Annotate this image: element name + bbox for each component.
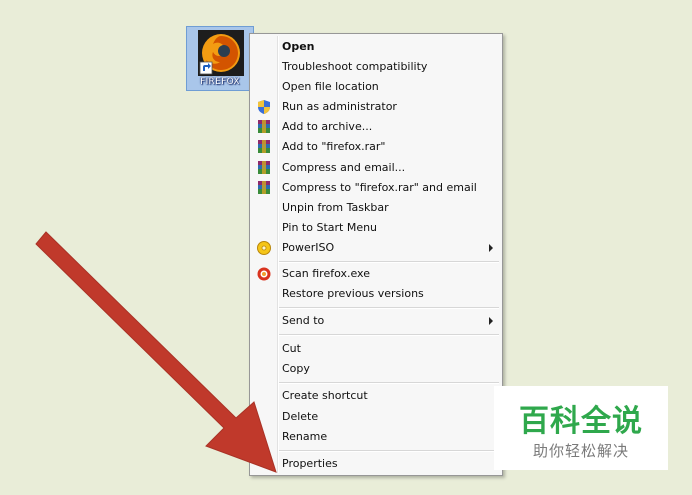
menu-item-label: Add to archive... [282,120,373,133]
menu-item-label: Cut [282,342,301,355]
menu-item-restore-previous-versions[interactable]: Restore previous versions [250,284,502,304]
menu-item-label: PowerISO [282,241,335,254]
menu-item-label: Open [282,40,315,53]
watermark-logo: 百科全说 助你轻松解决 [494,386,668,470]
menu-item-add-to-firefox-rar[interactable]: Add to "firefox.rar" [250,137,502,157]
menu-item-pin-to-start-menu[interactable]: Pin to Start Menu [250,218,502,238]
menu-item-label: Scan firefox.exe [282,267,370,280]
watermark-subtitle: 助你轻松解决 [532,442,629,460]
menu-item-rename[interactable]: Rename [250,427,502,447]
winrar-icon [258,181,270,194]
uac-shield-icon [258,100,270,114]
menu-separator [279,382,499,384]
menu-item-troubleshoot-compatibility[interactable]: Troubleshoot compatibility [250,57,502,77]
antivirus-icon [257,267,271,281]
menu-item-label: Restore previous versions [282,287,424,300]
menu-item-compress-and-email[interactable]: Compress and email... [250,158,502,178]
menu-item-label: Send to [282,314,325,327]
menu-item-label: Copy [282,362,310,375]
submenu-arrow-icon [489,244,493,252]
menu-item-label: Compress and email... [282,161,406,174]
winrar-icon [258,161,270,174]
winrar-icon [258,140,270,153]
winrar-icon [258,120,270,133]
menu-item-create-shortcut[interactable]: Create shortcut [250,386,502,406]
menu-separator [279,450,499,452]
menu-item-properties[interactable]: Properties [250,454,502,474]
menu-item-unpin-from-taskbar[interactable]: Unpin from Taskbar [250,198,502,218]
menu-item-label: Troubleshoot compatibility [282,60,428,73]
menu-item-add-to-archive[interactable]: Add to archive... [250,117,502,137]
menu-item-run-as-administrator[interactable]: Run as administrator [250,97,502,117]
menu-item-label: Pin to Start Menu [282,221,378,234]
menu-item-delete[interactable]: Delete [250,407,502,427]
firefox-desktop-shortcut[interactable]: FIREFOX [186,26,254,91]
menu-item-label: Open file location [282,80,379,93]
menu-item-label: Delete [282,410,319,423]
menu-item-open-file-location[interactable]: Open file location [250,77,502,97]
context-menu: Open Troubleshoot compatibility Open fil… [249,33,503,476]
menu-separator [279,307,499,309]
menu-item-label: Unpin from Taskbar [282,201,389,214]
desktop-icon-label: FIREFOX [200,77,240,87]
poweriso-icon [257,241,271,255]
menu-item-compress-to-rar-and-email[interactable]: Compress to "firefox.rar" and email [250,178,502,198]
submenu-arrow-icon [489,317,493,325]
menu-item-cut[interactable]: Cut [250,339,502,359]
menu-separator [279,261,499,263]
menu-item-label: Add to "firefox.rar" [282,140,386,153]
menu-item-poweriso[interactable]: PowerISO [250,238,502,258]
menu-item-label: Rename [282,430,328,443]
watermark-title: 百科全说 [519,404,643,439]
menu-item-label: Create shortcut [282,389,368,402]
firefox-shortcut-icon [198,30,244,76]
menu-item-label: Run as administrator [282,100,397,113]
menu-item-label: Properties [282,457,338,470]
menu-item-send-to[interactable]: Send to [250,311,502,331]
menu-item-copy[interactable]: Copy [250,359,502,379]
menu-item-open[interactable]: Open [250,37,502,57]
menu-item-scan-firefox-exe[interactable]: Scan firefox.exe [250,264,502,284]
menu-item-label: Compress to "firefox.rar" and email [282,181,477,194]
menu-separator [279,334,499,336]
